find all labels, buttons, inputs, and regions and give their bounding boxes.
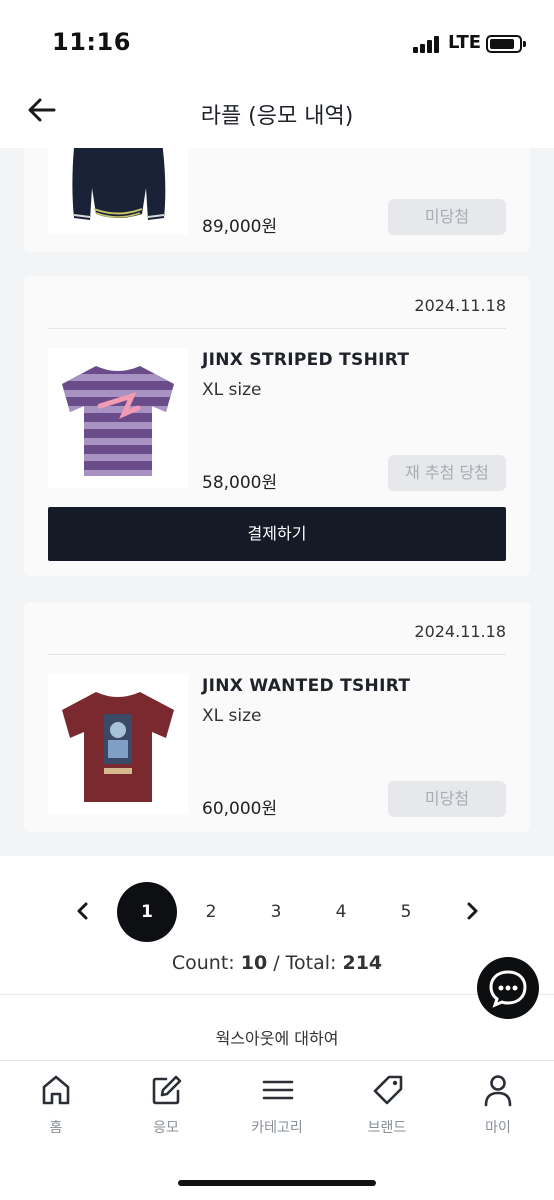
tag-icon [373, 1075, 403, 1105]
result-status-badge: 미당첨 [388, 781, 506, 817]
count-summary: Count: 10 / Total: 214 [0, 952, 554, 974]
tab-home[interactable]: 홈 [6, 1073, 106, 1143]
pagination: 1 2 3 4 5 Count: 10 / Total: 214 [0, 856, 554, 994]
entry-card: 89,000원 미당첨 [24, 148, 530, 252]
page-button-1[interactable]: 1 [117, 882, 177, 942]
chat-bubble-icon [489, 970, 527, 1008]
product-size: XL size [202, 706, 262, 726]
product-name: JINX WANTED TSHIRT [202, 676, 411, 696]
prev-page-button[interactable] [68, 896, 98, 926]
count-value: 10 [240, 952, 268, 974]
total-label: / Total: [267, 952, 343, 974]
status-time: 11:16 [52, 28, 131, 56]
tab-category[interactable]: 카테고리 [227, 1073, 327, 1143]
page-button-3[interactable]: 3 [246, 882, 306, 942]
tab-brand[interactable]: 브랜드 [337, 1073, 437, 1143]
divider [48, 654, 506, 655]
page-title: 라플 (응모 내역) [200, 104, 354, 129]
chevron-left-icon [77, 902, 88, 920]
entry-date: 2024.11.18 [414, 622, 506, 641]
product-size: XL size [202, 380, 262, 400]
product-price: 58,000원 [202, 473, 278, 493]
page-button-2[interactable]: 2 [181, 882, 241, 942]
page-button-5[interactable]: 5 [376, 882, 436, 942]
edit-icon [152, 1075, 182, 1105]
signal-icon [413, 35, 443, 53]
tab-label: 마이 [485, 1120, 511, 1136]
home-icon [42, 1075, 70, 1105]
app-header: 라플 (응모 내역) [0, 80, 554, 148]
pay-button[interactable]: 결제하기 [48, 507, 506, 561]
entries-list: 89,000원 미당첨 2024.11.18 JINX STRIPED TSHI… [0, 148, 554, 1060]
page-button-4[interactable]: 4 [311, 882, 371, 942]
tab-entries[interactable]: 응모 [116, 1073, 216, 1143]
about-link[interactable]: 웍스아웃에 대하여 [0, 994, 554, 1060]
result-status-badge: 재 추첨 당첨 [388, 455, 506, 491]
product-image-striped-tshirt[interactable] [48, 348, 188, 488]
count-label: Count: [171, 952, 241, 974]
next-page-button[interactable] [457, 896, 487, 926]
product-price: 60,000원 [202, 799, 278, 819]
battery-icon [486, 35, 526, 53]
home-indicator [178, 1180, 376, 1186]
entry-card: 2024.11.18 JINX WANTED TSHIRT XL size 60… [24, 602, 530, 832]
menu-icon [262, 1080, 294, 1100]
product-image-wanted-tshirt[interactable] [48, 674, 188, 814]
divider [48, 328, 506, 329]
entry-date: 2024.11.18 [414, 296, 506, 315]
person-icon [484, 1075, 512, 1107]
tab-label: 카테고리 [251, 1120, 303, 1136]
result-status-badge: 미당첨 [388, 199, 506, 235]
network-type: LTE [448, 32, 482, 53]
product-name: JINX STRIPED TSHIRT [202, 350, 410, 370]
tab-label: 홈 [49, 1120, 63, 1136]
about-label: 웍스아웃에 대하여 [215, 1029, 339, 1048]
tab-my[interactable]: 마이 [448, 1073, 548, 1143]
tab-label: 응모 [153, 1120, 179, 1136]
chevron-right-icon [467, 902, 478, 920]
chat-button[interactable] [477, 957, 539, 1019]
tab-label: 브랜드 [367, 1120, 407, 1136]
product-price: 89,000원 [202, 217, 278, 237]
bottom-tab-bar: 홈 응모 카테고리 브랜드 마이 [0, 1060, 554, 1200]
entry-card: 2024.11.18 JINX STRIPED TSHIRT XL size 5… [24, 276, 530, 576]
status-bar: 11:16 LTE [0, 0, 554, 80]
product-image-sweater[interactable] [48, 148, 188, 234]
total-value: 214 [342, 952, 383, 974]
